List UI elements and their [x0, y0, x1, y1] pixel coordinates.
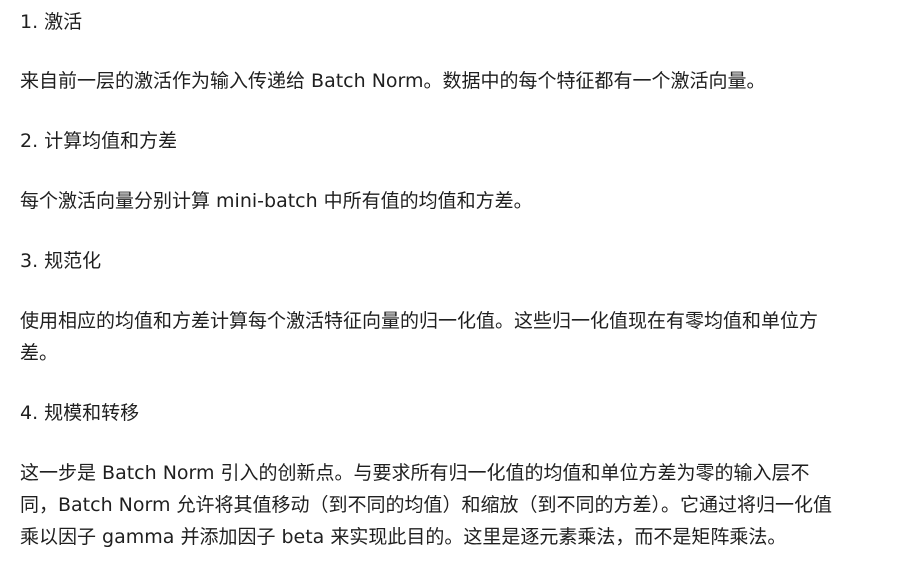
section-2-heading: 2. 计算均值和方差 [20, 130, 178, 152]
section-4-paragraph-line-3: 乘以因子 gamma 并添加因子 beta 来实现此目的。这里是逐元素乘法，而不… [20, 526, 787, 548]
section-1-paragraph: 来自前一层的激活作为输入传递给 Batch Norm。数据中的每个特征都有一个激… [20, 70, 766, 92]
section-4-heading: 4. 规模和转移 [20, 402, 140, 424]
section-4-paragraph-line-1: 这一步是 Batch Norm 引入的创新点。与要求所有归一化值的均值和单位方差… [20, 462, 810, 484]
section-3-paragraph-line-1: 使用相应的均值和方差计算每个激活特征向量的归一化值。这些归一化值现在有零均值和单… [20, 310, 819, 332]
section-2-paragraph: 每个激活向量分别计算 mini-batch 中所有值的均值和方差。 [20, 190, 533, 212]
section-4-paragraph-line-2: 同，Batch Norm 允许将其值移动（到不同的均值）和缩放（到不同的方差）。… [20, 494, 833, 516]
section-1-heading: 1. 激活 [20, 11, 83, 33]
section-3-heading: 3. 规范化 [20, 250, 102, 272]
section-3-paragraph-line-2: 差。 [20, 342, 59, 364]
